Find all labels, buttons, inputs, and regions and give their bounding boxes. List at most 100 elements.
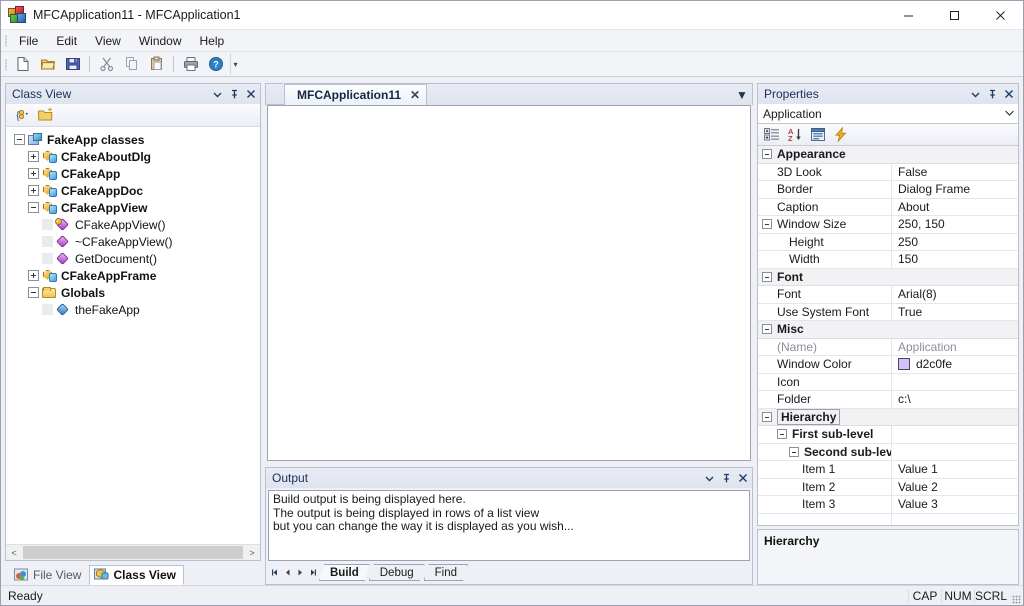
property-value-cell[interactable]: 250, 150 [892,217,1018,231]
property-row[interactable]: Item 2 Value 2 [758,478,1018,496]
property-row[interactable]: Font Arial(8) [758,286,1018,304]
alphabetical-sort-icon[interactable]: A Z [784,125,805,145]
close-icon[interactable] [243,86,259,103]
property-group-row[interactable]: First sub-level [758,426,1018,444]
property-value-cell[interactable]: True [892,305,1018,319]
toolbar-drag-handle[interactable] [1,53,10,75]
property-category-row[interactable]: Misc [758,321,1018,339]
tree-expander-minus-icon[interactable] [14,134,25,145]
tab-file-view[interactable]: File View [9,565,89,585]
property-value-cell[interactable]: 150 [892,252,1018,266]
property-expander-minus-icon[interactable] [762,149,772,160]
property-row[interactable]: Item 3 Value 3 [758,496,1018,514]
property-expander-minus-icon[interactable] [762,219,772,230]
property-grid[interactable]: Appearance 3D Look False Border Dialog Frame… [758,146,1018,525]
copy-icon[interactable] [120,53,143,75]
property-row[interactable]: Border Dialog Frame [758,181,1018,199]
property-row[interactable]: 3D Look False [758,163,1018,181]
property-value-cell[interactable]: Value 2 [892,480,1018,494]
auto-hide-pin-icon[interactable] [226,86,242,103]
property-expander-minus-icon[interactable] [777,429,787,440]
menu-view[interactable]: View [86,31,130,51]
scroll-left-arrow-icon[interactable]: < [6,545,22,560]
property-group-row[interactable]: Second sub-level [758,443,1018,461]
output-nav-next-icon[interactable] [294,564,307,581]
property-row[interactable]: Icon [758,373,1018,391]
tab-list-dropdown-icon[interactable]: ▼ [732,84,752,105]
menu-file[interactable]: File [10,31,47,51]
scroll-track[interactable] [22,545,244,560]
class-view-tree-node[interactable]: theFakeApp [6,301,260,318]
property-value-cell[interactable]: False [892,165,1018,179]
property-row[interactable]: Height 250 [758,233,1018,251]
save-disk-icon[interactable] [61,53,84,75]
categorized-view-icon[interactable] [761,125,782,145]
property-row[interactable]: Width 150 [758,251,1018,269]
new-document-icon[interactable] [11,53,34,75]
close-button[interactable] [977,1,1023,30]
property-row[interactable]: Window Size 250, 150 [758,216,1018,234]
property-value-cell[interactable]: Application [892,340,1018,354]
tree-expander-plus-icon[interactable] [28,168,39,179]
window-position-chevron-icon[interactable] [701,470,717,487]
menu-edit[interactable]: Edit [47,31,86,51]
property-row[interactable]: Use System Font True [758,303,1018,321]
class-view-tree-node[interactable]: CFakeAppView [6,199,260,216]
tree-expander-minus-icon[interactable] [28,287,39,298]
menu-window[interactable]: Window [130,31,191,51]
class-view-tree-node[interactable]: Globals [6,284,260,301]
auto-hide-pin-icon[interactable] [984,86,1000,103]
document-tab-mfcapplication11[interactable]: MFCApplication11 ✕ [284,84,428,105]
color-swatch[interactable] [898,358,910,371]
property-value-cell[interactable]: c:\ [892,392,1018,406]
property-expander-minus-icon[interactable] [762,324,772,335]
property-pages-icon[interactable] [807,125,828,145]
new-folder-icon[interactable] [35,105,56,125]
property-row[interactable]: Item 1 Value 1 [758,461,1018,479]
events-lightning-icon[interactable] [830,125,851,145]
output-tab-build[interactable]: Build [319,564,370,581]
property-category-row[interactable]: Font [758,268,1018,286]
property-value-cell[interactable]: 250 [892,235,1018,249]
scroll-right-arrow-icon[interactable]: > [244,545,260,560]
paste-clipboard-icon[interactable] [145,53,168,75]
chevron-down-icon[interactable] [1000,109,1018,119]
menu-drag-handle[interactable] [1,30,10,52]
property-value-cell[interactable]: Dialog Frame [892,182,1018,196]
property-value-cell[interactable]: d2c0fe [892,357,1018,371]
property-expander-minus-icon[interactable] [789,446,799,457]
class-view-horizontal-scrollbar[interactable]: < > [6,544,260,560]
maximize-button[interactable] [931,1,977,30]
property-category-row[interactable]: Appearance [758,146,1018,164]
print-icon[interactable] [179,53,202,75]
close-icon[interactable] [735,470,751,487]
property-value-cell[interactable]: Value 1 [892,462,1018,476]
cut-scissors-icon[interactable] [95,53,118,75]
tab-class-view[interactable]: Class View [89,565,184,585]
window-position-chevron-icon[interactable] [967,86,983,103]
class-view-tree-node[interactable]: FakeApp classes [6,131,260,148]
output-list[interactable]: Build output is being displayed here. Th… [268,490,750,561]
resize-grip-icon[interactable] [1007,586,1023,606]
output-tab-debug[interactable]: Debug [369,564,425,581]
class-view-tree-node[interactable]: CFakeAppView() [6,216,260,233]
output-nav-last-icon[interactable] [307,564,320,581]
output-nav-first-icon[interactable] [268,564,281,581]
close-icon[interactable] [1001,86,1017,103]
class-view-new-folder-dropdown-icon[interactable]: { [12,105,33,125]
tree-expander-plus-icon[interactable] [28,151,39,162]
toolbar-overflow-button[interactable]: ▾ [230,53,240,75]
scroll-thumb[interactable] [23,546,243,559]
property-object-selector[interactable]: Application [758,104,1018,124]
class-view-tree-node[interactable]: CFakeApp [6,165,260,182]
tree-expander-plus-icon[interactable] [28,270,39,281]
property-expander-minus-icon[interactable] [762,271,772,282]
property-row[interactable]: Folder c:\ [758,391,1018,409]
tree-expander-plus-icon[interactable] [28,185,39,196]
property-value-cell[interactable]: Value 3 [892,497,1018,511]
auto-hide-pin-icon[interactable] [718,470,734,487]
property-row[interactable]: Window Color d2c0fe [758,356,1018,374]
tree-expander-minus-icon[interactable] [28,202,39,213]
class-view-tree-node[interactable]: CFakeAboutDlg [6,148,260,165]
property-expander-minus-icon[interactable] [762,411,772,422]
